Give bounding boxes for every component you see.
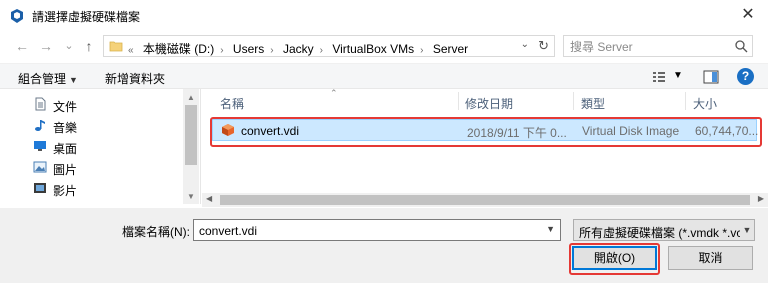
horizontal-scrollbar[interactable]: ◀ ▶ [202,193,768,207]
search-icon[interactable] [734,39,748,53]
breadcrumb-separator-icon[interactable]: › [320,45,323,56]
new-folder-button[interactable]: 新增資料夾 [105,70,165,87]
help-icon[interactable]: ? [737,68,754,85]
sidebar-item-label: 影片 [53,184,78,198]
filename-label: 檔案名稱(N): [122,225,190,239]
sidebar-item-label: 音樂 [53,121,78,135]
breadcrumb-separator-icon[interactable]: › [270,45,273,56]
folder-icon [109,41,123,52]
file-type-filter-value: 所有虛擬硬碟檔案 (*.vmdk *.vc [579,226,743,240]
address-bar[interactable]: « 本機磁碟 (D:) › Users › Jacky › VirtualBox VM… [103,35,555,57]
cancel-button[interactable]: 取消 [668,246,753,270]
column-size[interactable]: 大小 [693,95,717,112]
file-type-filter[interactable]: 所有虛擬硬碟檔案 (*.vmdk *.vc ▼ [573,219,755,241]
close-icon[interactable]: ✕ [728,0,768,30]
title-bar: 請選擇虛擬硬碟檔案 ✕ [0,0,768,30]
column-name[interactable]: 名稱 [220,95,244,112]
column-divider[interactable] [573,92,574,110]
navigation-bar: ← → ⌄ ↑ « 本機磁碟 (D:) › Users › Jacky › Virtu… [0,33,768,61]
navigation-scrollbar[interactable]: ▲ ▼ [183,89,199,204]
forward-arrow-icon[interactable]: → [37,37,55,55]
column-divider[interactable] [685,92,686,110]
back-arrow-icon[interactable]: ← [13,37,31,55]
column-header: ⌃ 名稱 修改日期 類型 大小 [202,88,768,113]
scroll-down-icon[interactable]: ▼ [187,192,195,201]
sidebar-item-desktop[interactable]: 桌面 [33,137,183,157]
command-toolbar: 組合管理 ▼ 新增資料夾 ▼ ? [0,63,768,89]
filename-input[interactable] [199,223,529,238]
sidebar-item-documents[interactable]: 文件 [33,95,183,115]
sidebar-item-label: 桌面 [53,142,78,156]
breadcrumb-item-jacky[interactable]: Jacky [283,42,314,56]
column-modified[interactable]: 修改日期 [465,95,513,112]
organize-button[interactable]: 組合管理 ▼ [18,70,78,87]
breadcrumb-item-drive[interactable]: 本機磁碟 (D:) [143,42,214,56]
address-dropdown-icon[interactable]: ⌄ [521,39,529,50]
breadcrumb-overflow-icon[interactable]: « [128,45,134,56]
sidebar-item-music[interactable]: 音樂 [33,116,183,136]
column-divider[interactable] [458,92,459,110]
document-icon [35,97,46,111]
breadcrumb-item-users[interactable]: Users [233,42,264,56]
organize-label: 組合管理 [18,72,67,86]
sidebar-item-label: 文件 [53,100,78,114]
navigation-pane: 文件 音樂 桌面 圖片 影片 [0,89,199,204]
videos-icon [34,183,46,193]
breadcrumb-separator-icon[interactable]: › [420,45,423,56]
breadcrumb-separator-icon[interactable]: › [220,45,223,56]
chevron-down-icon[interactable]: ▼ [740,220,754,240]
pictures-icon [33,161,47,173]
recent-locations-icon[interactable]: ⌄ [60,37,78,55]
open-button[interactable]: 開啟(O) [572,246,657,270]
breadcrumb: « 本機磁碟 (D:) › Users › Jacky › VirtualBox VM… [128,40,474,57]
up-arrow-icon[interactable]: ↑ [80,37,98,55]
sort-ascending-icon: ⌃ [330,88,338,98]
scrollbar-thumb[interactable] [220,195,750,205]
column-type[interactable]: 類型 [581,95,605,112]
filename-field[interactable]: ▼ [193,219,561,241]
desktop-icon [34,141,46,151]
refresh-icon[interactable]: ↻ [538,38,549,54]
breadcrumb-item-vms[interactable]: VirtualBox VMs [332,42,414,56]
chevron-down-icon[interactable]: ▼ [546,224,555,234]
search-input[interactable] [570,39,720,55]
preview-pane-icon[interactable] [703,69,719,85]
search-box[interactable] [563,35,753,57]
chevron-down-icon: ▼ [69,75,78,85]
pane-splitter[interactable] [200,89,201,204]
chevron-down-icon[interactable]: ▼ [673,70,683,81]
scrollbar-thumb[interactable] [185,105,197,165]
file-row-highlight [210,117,762,147]
virtualbox-icon [11,9,23,23]
sidebar-item-pictures[interactable]: 圖片 [33,158,183,178]
view-options-icon[interactable] [652,70,666,84]
scroll-up-icon[interactable]: ▲ [187,93,195,102]
music-icon [35,120,45,131]
sidebar-item-label: 圖片 [53,163,78,177]
sidebar-item-videos[interactable]: 影片 [33,179,183,199]
scroll-right-icon[interactable]: ▶ [758,194,764,203]
breadcrumb-item-server[interactable]: Server [433,42,468,56]
window-title: 請選擇虛擬硬碟檔案 [32,10,141,24]
scroll-left-icon[interactable]: ◀ [206,194,212,203]
